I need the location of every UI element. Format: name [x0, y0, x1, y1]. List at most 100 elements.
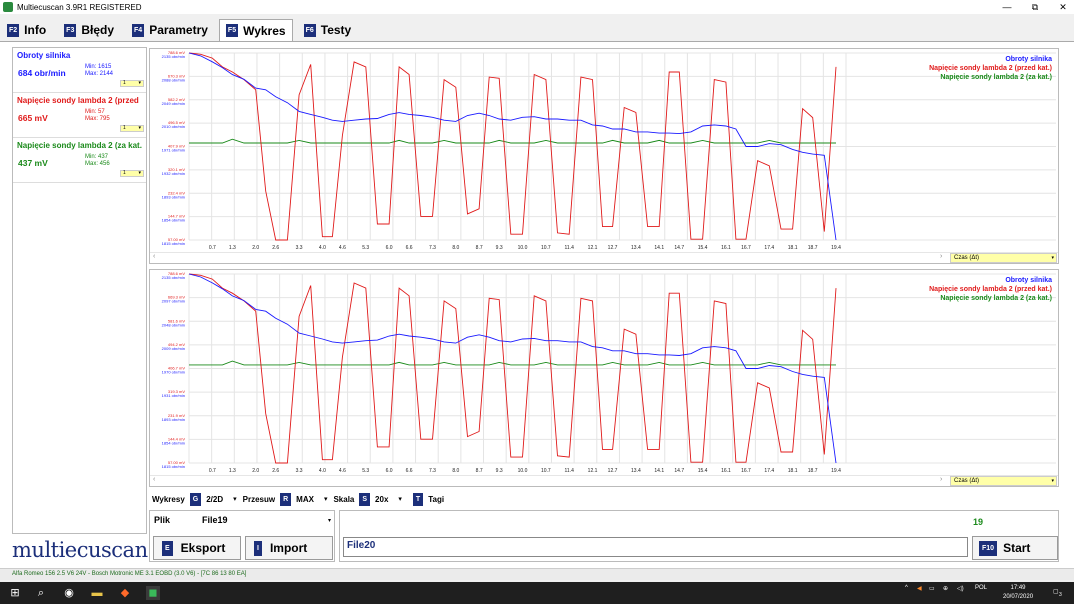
tab-info[interactable]: F2 Info	[0, 19, 54, 41]
tray-volume-icon[interactable]: ◁)	[957, 585, 964, 592]
chevron-down-icon[interactable]: ▾	[233, 495, 237, 503]
taskbar-clock[interactable]: 17:49 20/07/2020	[1003, 584, 1033, 602]
file-label: Plik	[154, 515, 171, 525]
x-tick-label: 6.0	[386, 245, 393, 251]
x-tick-label: 11.4	[565, 468, 575, 474]
scale-value[interactable]: 20x	[375, 495, 388, 504]
start-button[interactable]: F10 Start	[972, 536, 1058, 560]
x-tick-label: 10.0	[518, 245, 528, 251]
chart-panel-bottom[interactable]: 788.6 mV 2135 obr/min 669.3 mV 2097 obr/min…	[149, 269, 1059, 487]
legend-entry: Napięcie sondy lambda 2 (przed kat.)	[929, 286, 1052, 293]
line-chart-top: 788.6 mV2135 obr/min670.3 mV2088 obr/min…	[162, 50, 1056, 251]
x-tick-label: 8.7	[476, 245, 483, 251]
shift-label: Przesuw	[242, 494, 276, 504]
legend-entry: Obroty silnika	[1005, 277, 1052, 284]
hotkey-badge: I	[254, 540, 262, 556]
chart-scrollbar[interactable]: ‹ › Czas (Δt) ▾	[150, 252, 1058, 263]
x-tick-label: 4.6	[339, 468, 346, 474]
chevron-down-icon: ▾	[138, 170, 141, 176]
y-tick-label-rpm: 1893 obr/min	[162, 194, 185, 199]
chart-scrollbar[interactable]: ‹ › Czas (Δt) ▾	[150, 475, 1058, 486]
sensor-item-rpm[interactable]: Obroty silnika 684 obr/min Min: 1615 Max…	[13, 48, 146, 93]
folder-icon[interactable]: ▬	[90, 586, 104, 600]
notification-count: 3	[1059, 592, 1062, 598]
sensor-item-lambda-after[interactable]: Napięcie sondy lambda 2 (za kat. 437 mV …	[13, 138, 146, 183]
x-tick-label: 8.7	[476, 468, 483, 474]
tray-network-icon[interactable]: ⊕	[943, 585, 948, 592]
sensor-scale-dropdown[interactable]: 1 ▾	[120, 125, 144, 132]
shift-value[interactable]: MAX	[296, 495, 314, 504]
maximize-button[interactable]: ⧉	[1024, 0, 1046, 14]
file-select[interactable]: File19	[202, 515, 228, 525]
sensor-item-lambda-before[interactable]: Napięcie sondy lambda 2 (przed 665 mV Mi…	[13, 93, 146, 138]
minimize-button[interactable]: —	[996, 0, 1018, 14]
x-tick-label: 7.3	[429, 468, 436, 474]
scale-hotkey[interactable]: S	[359, 492, 371, 506]
charts-value[interactable]: 2/2D	[206, 495, 223, 504]
sensor-min: Min: 57	[85, 109, 105, 115]
x-tick-label: 6.6	[406, 245, 413, 251]
y-tick-label-rpm: 2009 obr/min	[162, 346, 185, 351]
tray-chevron-icon[interactable]: ^	[905, 585, 908, 591]
brave-browser-icon[interactable]: ◆	[118, 586, 132, 600]
record-counter: 19	[973, 517, 984, 527]
record-filename-input[interactable]: File20	[343, 537, 968, 557]
tab-parametry[interactable]: F4 Parametry	[125, 19, 215, 41]
charts-label: Wykresy	[152, 494, 185, 504]
tags-hotkey[interactable]: T	[412, 492, 424, 506]
x-tick-label: 10.0	[518, 468, 528, 474]
multiecuscan-taskbar-icon[interactable]: ◼	[146, 586, 160, 600]
scroll-right-icon[interactable]: ›	[940, 253, 942, 260]
hotkey-badge: E	[162, 540, 173, 556]
tray-battery-icon[interactable]: ▭	[929, 585, 935, 592]
charts-hotkey[interactable]: G	[189, 492, 202, 506]
y-tick-label-rpm: 1970 obr/min	[162, 370, 185, 375]
tray-language[interactable]: POL	[975, 585, 987, 591]
x-tick-label: 16.1	[721, 468, 731, 474]
x-tick-label: 2.6	[272, 245, 279, 251]
scroll-left-icon[interactable]: ‹	[153, 253, 155, 260]
x-tick-label: 14.7	[674, 245, 684, 251]
tray-app-icon[interactable]: ◀	[917, 585, 922, 592]
shift-hotkey[interactable]: R	[280, 492, 292, 506]
import-button[interactable]: I Import	[245, 536, 333, 560]
legend-entry: Napięcie sondy lambda 2 (przed kat.)	[929, 65, 1052, 72]
search-icon[interactable]: ⌕	[34, 586, 48, 600]
x-tick-label: 1.3	[229, 468, 236, 474]
tab-wykres[interactable]: F5 Wykres	[218, 19, 293, 41]
time-axis-dropdown[interactable]: Czas (Δt) ▾	[950, 476, 1057, 486]
tab-label: Info	[24, 23, 47, 37]
tab-bledy[interactable]: F3 Błędy	[57, 19, 122, 41]
x-tick-label: 3.3	[296, 468, 303, 474]
y-tick-label-rpm: 1971 obr/min	[162, 148, 185, 153]
scroll-left-icon[interactable]: ‹	[153, 476, 155, 483]
sensor-scale-dropdown[interactable]: 1 ▾	[120, 170, 144, 177]
record-panel: 19 File20 F10 Start	[339, 510, 1059, 562]
x-tick-label: 10.7	[541, 245, 551, 251]
close-button[interactable]: ✕	[1052, 0, 1074, 14]
scroll-right-icon[interactable]: ›	[940, 476, 942, 483]
chevron-down-icon[interactable]: ▾	[324, 495, 328, 503]
browser-icon[interactable]: ◉	[62, 586, 76, 600]
tab-testy[interactable]: F6 Testy	[296, 19, 359, 41]
export-button[interactable]: E Eksport	[153, 536, 241, 560]
chevron-down-icon[interactable]: ▾	[398, 495, 402, 503]
chart-panel-top[interactable]: 788.6 mV 2135 obr/min 670.3 mV 2088 obr/min…	[149, 48, 1059, 264]
x-tick-label: 15.4	[698, 468, 708, 474]
sensor-value: 665 mV	[18, 113, 48, 123]
legend-entry: Napięcie sondy lambda 2 (za kat.)	[940, 295, 1052, 302]
time-axis-dropdown[interactable]: Czas (Δt) ▾	[950, 253, 1057, 263]
x-tick-label: 2.6	[272, 468, 279, 474]
scale-label: Skala	[333, 494, 355, 504]
windows-start-icon[interactable]: ⊞	[8, 586, 22, 600]
sensor-scale-dropdown[interactable]: 1 ▾	[120, 80, 144, 87]
x-tick-label: 18.1	[788, 245, 798, 251]
notifications-icon[interactable]: ▢	[1053, 588, 1059, 595]
x-tick-label: 5.3	[362, 245, 369, 251]
x-tick-label: 13.4	[631, 245, 641, 251]
file-panel: Plik File19 ▾ E Eksport I Import	[149, 510, 335, 562]
x-tick-label: 9.3	[496, 468, 503, 474]
button-label: Import	[269, 541, 308, 555]
chevron-down-icon[interactable]: ▾	[328, 517, 331, 524]
tags-label[interactable]: Tagi	[428, 495, 444, 504]
